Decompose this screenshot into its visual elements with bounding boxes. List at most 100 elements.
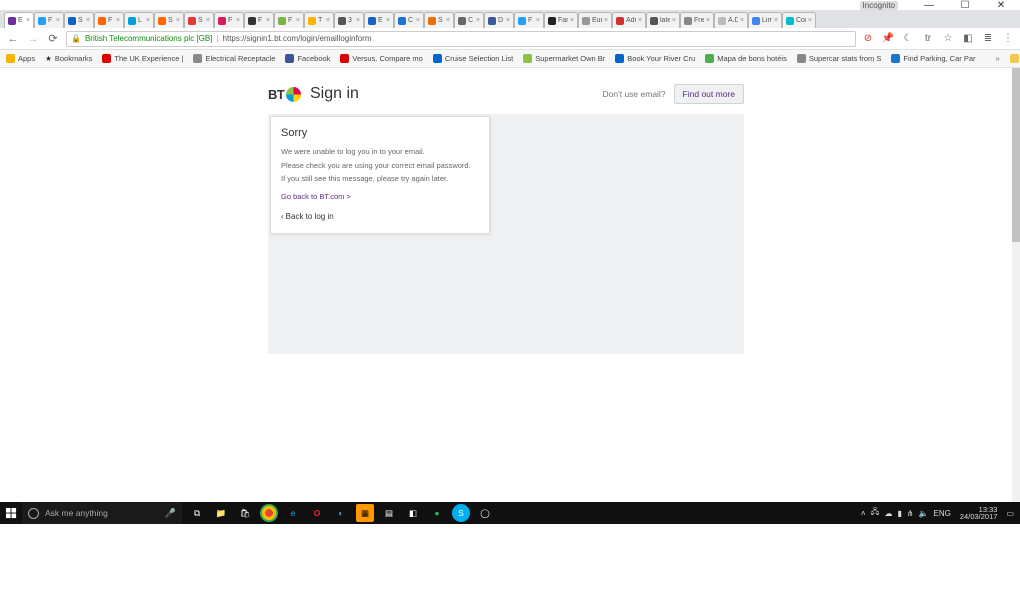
action-center-button[interactable]: ▭ (1006, 509, 1014, 518)
browser-tab[interactable]: C× (394, 12, 424, 28)
star-icon[interactable]: ☆ (942, 33, 954, 45)
browser-tab[interactable]: D× (484, 12, 514, 28)
tab-close-button[interactable]: × (56, 17, 60, 24)
microphone-icon[interactable]: 🎤 (165, 508, 176, 519)
edge-button[interactable]: e (284, 504, 302, 522)
browser-tab[interactable]: T× (304, 12, 334, 28)
start-button[interactable] (0, 508, 22, 519)
browser-tab[interactable]: Con× (782, 12, 816, 28)
tab-close-button[interactable]: × (266, 17, 270, 24)
browser-tab[interactable]: S× (154, 12, 184, 28)
tab-close-button[interactable]: × (506, 17, 510, 24)
tab-close-button[interactable]: × (296, 17, 300, 24)
address-bar[interactable]: 🔒 British Telecommunications plc [GB] | … (66, 31, 856, 47)
apps-button[interactable]: Apps (6, 54, 35, 63)
browser-tab[interactable]: S× (64, 12, 94, 28)
task-view-button[interactable]: ⧉ (188, 504, 206, 522)
tab-close-button[interactable]: × (446, 17, 450, 24)
blocked-icon[interactable]: ⊘ (862, 33, 874, 45)
cortana-search-box[interactable]: Ask me anything 🎤 (22, 502, 182, 524)
window-maximize-button[interactable]: ☐ (954, 0, 976, 10)
browser-tab[interactable]: C× (454, 12, 484, 28)
spotify-button[interactable]: ● (428, 504, 446, 522)
menu-icon[interactable]: ⋮ (1002, 33, 1014, 45)
moon-icon[interactable]: ☾ (902, 33, 914, 45)
browser-tab[interactable]: F× (214, 12, 244, 28)
bookmark-item[interactable]: Mapa de bons hotéis (705, 54, 787, 63)
tab-close-button[interactable]: × (86, 17, 90, 24)
bookmark-item[interactable]: Supermarket Own Br (523, 54, 605, 63)
nav-reload-button[interactable]: ⟳ (46, 32, 60, 45)
nav-forward-button[interactable]: → (26, 33, 40, 45)
bookmark-item[interactable]: The UK Experience | (102, 54, 183, 63)
find-out-more-button[interactable]: Find out more (674, 84, 744, 104)
bookmark-item[interactable]: Versus. Compare mo (340, 54, 422, 63)
tab-close-button[interactable]: × (570, 17, 574, 24)
browser-tab[interactable]: F× (34, 12, 64, 28)
browser-tab[interactable]: L× (124, 12, 154, 28)
tab-close-button[interactable]: × (808, 17, 812, 24)
browser-tab[interactable]: 3× (334, 12, 364, 28)
tab-close-button[interactable]: × (774, 17, 778, 24)
tab-close-button[interactable]: × (116, 17, 120, 24)
tab-close-button[interactable]: × (176, 17, 180, 24)
tab-close-button[interactable]: × (326, 17, 330, 24)
browser-tab[interactable]: F× (94, 12, 124, 28)
tab-close-button[interactable]: × (740, 17, 744, 24)
bookmark-item[interactable]: Cruise Selection List (433, 54, 513, 63)
other-bookmarks-button[interactable]: Other bookmarks (1010, 54, 1020, 63)
tab-close-button[interactable]: × (416, 17, 420, 24)
scrollbar-thumb[interactable] (1012, 68, 1020, 242)
volume-icon[interactable]: 🔈 (919, 509, 929, 518)
browser-tab[interactable]: late× (646, 12, 680, 28)
browser-tab[interactable]: S× (424, 12, 454, 28)
browser-tab[interactable]: Euro× (578, 12, 612, 28)
browser-tab[interactable]: A.D× (714, 12, 748, 28)
file-explorer-button[interactable]: 📁 (212, 504, 230, 522)
back-to-login-link[interactable]: ‹ Back to log in (281, 212, 479, 221)
tab-close-button[interactable]: × (146, 17, 150, 24)
go-back-link[interactable]: Go back to BT.com > (281, 192, 351, 201)
app3-button[interactable]: ◧ (404, 504, 422, 522)
browser-tab[interactable]: Fant× (544, 12, 578, 28)
browser-tab[interactable]: F× (514, 12, 544, 28)
nav-back-button[interactable]: ← (6, 33, 20, 45)
app2-button[interactable]: ▤ (380, 504, 398, 522)
browser-tab[interactable]: F× (244, 12, 274, 28)
bookmark-item[interactable]: Supercar stats from S (797, 54, 882, 63)
tray-overflow-button[interactable]: ˄ (861, 509, 866, 518)
tab-close-button[interactable]: × (604, 17, 608, 24)
tab-close-button[interactable]: × (386, 17, 390, 24)
onedrive-icon[interactable]: ☁ (884, 509, 892, 518)
browser-tab[interactable]: Adm× (612, 12, 646, 28)
browser-tab[interactable]: Lim× (748, 12, 782, 28)
tab-close-button[interactable]: × (476, 17, 480, 24)
window-minimize-button[interactable]: — (918, 0, 940, 10)
tab-close-button[interactable]: × (536, 17, 540, 24)
app-teams-button[interactable]: ◐ (332, 504, 350, 522)
extension1-icon[interactable]: ◧ (962, 33, 974, 45)
bookmark-item[interactable]: Find Parking, Car Par (891, 54, 975, 63)
window-close-button[interactable]: ✕ (990, 0, 1012, 10)
app4-button[interactable]: ◯ (476, 504, 494, 522)
opera-button[interactable]: O (308, 504, 326, 522)
wifi-icon[interactable]: ⋔ (907, 509, 914, 518)
app1-button[interactable]: ▦ (356, 504, 374, 522)
translate-icon[interactable]: tr (922, 33, 934, 45)
bookmark-item[interactable]: Facebook (285, 54, 330, 63)
bookmark-item[interactable]: ★Bookmarks (45, 54, 92, 63)
tab-close-button[interactable]: × (638, 17, 642, 24)
bookmarks-overflow-button[interactable]: » (996, 54, 1000, 63)
tab-close-button[interactable]: × (706, 17, 710, 24)
bookmark-item[interactable]: Book Your River Cru (615, 54, 695, 63)
bookmark-item[interactable]: Electrical Receptacle (193, 54, 275, 63)
network-icon[interactable]: 🖧 (871, 506, 880, 520)
chrome-button[interactable] (260, 504, 278, 522)
browser-tab[interactable]: E× (364, 12, 394, 28)
language-indicator[interactable]: ENG (934, 509, 951, 518)
tab-close-button[interactable]: × (206, 17, 210, 24)
pin-icon[interactable]: 📌 (882, 33, 894, 45)
extension2-icon[interactable]: ≣ (982, 33, 994, 45)
tab-close-button[interactable]: × (26, 17, 30, 24)
browser-tab[interactable]: F× (274, 12, 304, 28)
